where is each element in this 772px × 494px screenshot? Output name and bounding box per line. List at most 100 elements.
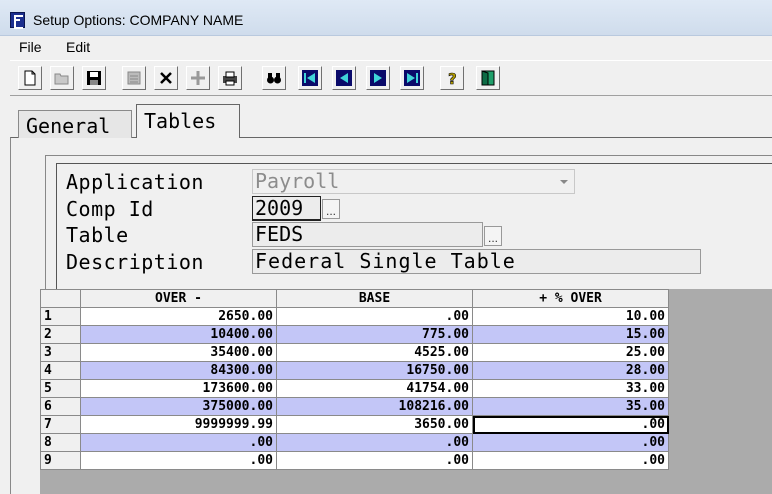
pct-over-cell[interactable]: .00 (472, 451, 669, 470)
base-cell[interactable]: .00 (276, 433, 473, 452)
chevron-down-icon (560, 180, 568, 184)
new-document-icon (24, 70, 36, 86)
column-header-base[interactable]: BASE (276, 289, 473, 308)
menu-bar: File Edit (0, 36, 772, 58)
base-cell[interactable]: 3650.00 (276, 415, 473, 434)
base-cell[interactable]: 108216.00 (276, 397, 473, 416)
calculator-icon (127, 71, 141, 85)
pct-over-cell[interactable]: 15.00 (472, 325, 669, 344)
open-button[interactable] (50, 66, 74, 90)
toolbar: ? (10, 60, 772, 96)
comp-id-label: Comp Id (66, 197, 154, 221)
table-label: Table (66, 223, 129, 247)
column-header-pct-over[interactable]: + % OVER (472, 289, 669, 308)
description-field[interactable]: Federal Single Table (252, 249, 701, 274)
row-number[interactable]: 9 (40, 451, 81, 470)
over-cell[interactable]: .00 (80, 451, 277, 470)
table-lookup-button[interactable]: ... (484, 226, 502, 246)
exit-button[interactable] (476, 66, 500, 90)
pct-over-cell[interactable]: 28.00 (472, 361, 669, 380)
grid-corner-cell (40, 289, 81, 308)
pct-over-cell-selected[interactable]: .00 (472, 415, 669, 434)
calculator-button[interactable] (122, 66, 146, 90)
delete-x-icon (160, 72, 172, 84)
next-record-button[interactable] (366, 66, 390, 90)
find-binoculars-icon (267, 73, 281, 84)
new-button[interactable] (18, 66, 42, 90)
application-dropdown[interactable]: Payroll (252, 169, 575, 194)
table-value: FEDS (255, 222, 304, 246)
base-cell[interactable]: 4525.00 (276, 343, 473, 362)
title-bar: Setup Options: COMPANY NAME (0, 0, 772, 36)
comp-id-value: 2009 (255, 196, 304, 220)
exit-door-icon (481, 70, 495, 86)
over-cell[interactable]: 35400.00 (80, 343, 277, 362)
comp-id-lookup-button[interactable]: ... (322, 199, 340, 219)
application-label: Application (66, 170, 204, 194)
tab-general[interactable]: General (18, 110, 132, 138)
grid-header-row: OVER - BASE + % OVER (40, 289, 669, 308)
table-row: 8 .00 .00 .00 (40, 433, 669, 452)
pct-over-cell[interactable]: 33.00 (472, 379, 669, 398)
print-button[interactable] (218, 66, 242, 90)
row-number[interactable]: 7 (40, 415, 81, 434)
last-record-button[interactable] (400, 66, 424, 90)
svg-text:?: ? (448, 70, 457, 86)
menu-file[interactable]: File (19, 39, 42, 55)
last-record-icon (404, 70, 420, 86)
pct-over-cell[interactable]: 35.00 (472, 397, 669, 416)
help-icon: ? (448, 70, 457, 86)
tab-tables[interactable]: Tables (136, 104, 240, 138)
table-field[interactable]: FEDS (252, 222, 483, 247)
save-icon (87, 71, 101, 85)
base-cell[interactable]: .00 (276, 307, 473, 326)
row-number[interactable]: 6 (40, 397, 81, 416)
first-record-button[interactable] (298, 66, 322, 90)
over-cell[interactable]: 173600.00 (80, 379, 277, 398)
table-row: 4 84300.00 16750.00 28.00 (40, 361, 669, 380)
table-row: 1 2650.00 .00 10.00 (40, 307, 669, 326)
table-row: 3 35400.00 4525.00 25.00 (40, 343, 669, 362)
find-button[interactable] (262, 66, 286, 90)
previous-record-button[interactable] (332, 66, 356, 90)
add-plus-icon (191, 71, 205, 85)
pct-over-cell[interactable]: 10.00 (472, 307, 669, 326)
save-button[interactable] (82, 66, 106, 90)
tax-table-grid: OVER - BASE + % OVER 1 2650.00 .00 10.00… (40, 289, 669, 470)
print-icon (223, 71, 237, 86)
row-number[interactable]: 1 (40, 307, 81, 326)
table-row: 5 173600.00 41754.00 33.00 (40, 379, 669, 398)
description-value: Federal Single Table (255, 249, 516, 273)
over-cell[interactable]: 375000.00 (80, 397, 277, 416)
first-record-icon (302, 70, 318, 86)
pct-over-cell[interactable]: 25.00 (472, 343, 669, 362)
over-cell[interactable]: 10400.00 (80, 325, 277, 344)
base-cell[interactable]: 775.00 (276, 325, 473, 344)
menu-edit[interactable]: Edit (66, 39, 90, 55)
delete-button[interactable] (154, 66, 178, 90)
previous-record-icon (336, 70, 352, 86)
help-button[interactable]: ? (440, 66, 464, 90)
comp-id-field[interactable]: 2009 (252, 196, 321, 221)
window-title: Setup Options: COMPANY NAME (33, 12, 244, 28)
base-cell[interactable]: 41754.00 (276, 379, 473, 398)
over-cell[interactable]: .00 (80, 433, 277, 452)
table-row: 6 375000.00 108216.00 35.00 (40, 397, 669, 416)
base-cell[interactable]: .00 (276, 451, 473, 470)
table-row: 2 10400.00 775.00 15.00 (40, 325, 669, 344)
add-button[interactable] (186, 66, 210, 90)
base-cell[interactable]: 16750.00 (276, 361, 473, 380)
over-cell[interactable]: 2650.00 (80, 307, 277, 326)
row-number[interactable]: 2 (40, 325, 81, 344)
row-number[interactable]: 5 (40, 379, 81, 398)
over-cell[interactable]: 84300.00 (80, 361, 277, 380)
row-number[interactable]: 8 (40, 433, 81, 452)
app-logo-icon (10, 12, 25, 29)
over-cell[interactable]: 9999999.99 (80, 415, 277, 434)
table-row: 7 9999999.99 3650.00 .00 (40, 415, 669, 434)
column-header-over[interactable]: OVER - (80, 289, 277, 308)
table-row: 9 .00 .00 .00 (40, 451, 669, 470)
row-number[interactable]: 4 (40, 361, 81, 380)
row-number[interactable]: 3 (40, 343, 81, 362)
pct-over-cell[interactable]: .00 (472, 433, 669, 452)
